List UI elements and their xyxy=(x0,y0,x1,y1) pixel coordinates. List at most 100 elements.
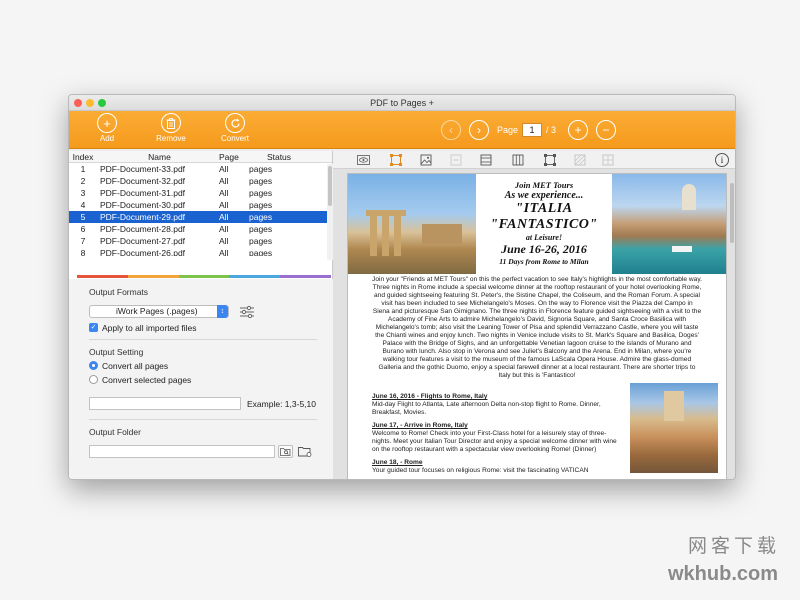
row-name: PDF-Document-30.pdf xyxy=(100,200,186,210)
page-label: Page xyxy=(497,125,519,135)
row-name: PDF-Document-26.pdf xyxy=(100,248,186,256)
file-table-header: Index Name Page Status xyxy=(69,151,332,163)
eye-icon[interactable] xyxy=(357,154,370,166)
row-status: pages xyxy=(249,164,273,174)
window-title: PDF to Pages + xyxy=(370,98,434,108)
row-name: PDF-Document-29.pdf xyxy=(100,212,186,222)
column-region-icon[interactable] xyxy=(511,154,524,166)
convert-all-label: Convert all pages xyxy=(102,361,169,371)
index-column-header[interactable]: Index xyxy=(69,151,97,162)
range-example: Example: 1,3-5,10 xyxy=(247,399,316,409)
name-column-header[interactable]: Name xyxy=(97,151,219,162)
itinerary-day: June 17, - Arrive in Rome, Italy Welcome… xyxy=(372,422,622,454)
row-page: All xyxy=(219,200,229,210)
title-line: Join MET Tours xyxy=(514,180,574,190)
venice-canal-photo xyxy=(612,174,726,274)
info-button[interactable]: i xyxy=(715,153,729,167)
checkmark-icon: ✓ xyxy=(90,324,97,331)
add-button[interactable]: + Add xyxy=(85,113,129,143)
format-select[interactable]: iWork Pages (.pages) ↕ xyxy=(89,305,229,318)
itinerary-heading: June 16, 2016 - Flights to Rome, Italy xyxy=(372,393,488,400)
view-tools-bar: i xyxy=(333,151,735,169)
trash-icon xyxy=(161,113,181,133)
convert-selected-label: Convert selected pages xyxy=(102,375,192,385)
browse-folder-button[interactable] xyxy=(278,445,293,458)
zoom-in-button[interactable]: + xyxy=(568,120,589,140)
preview-panel: i Join MET Tours As we experience... "IT… xyxy=(333,151,735,479)
delete-region-icon[interactable] xyxy=(449,154,462,166)
format-options-button[interactable] xyxy=(239,305,255,319)
app-window: PDF to Pages + + Add Remove Convert ‹ › xyxy=(68,94,736,480)
zoom-out-button[interactable]: − xyxy=(596,120,617,140)
watermark-url: wkhub.com xyxy=(667,563,778,585)
table-row[interactable]: 1 PDF-Document-33.pdf All pages xyxy=(69,163,332,175)
remove-button-label: Remove xyxy=(156,134,186,143)
row-name: PDF-Document-32.pdf xyxy=(100,176,186,186)
row-name: PDF-Document-33.pdf xyxy=(100,164,186,174)
row-index: 6 xyxy=(80,224,86,234)
format-select-value: iWork Pages (.pages) xyxy=(116,306,198,316)
itinerary-text: Welcome to Rome! Check into your First-C… xyxy=(372,430,617,453)
grid-region-icon[interactable] xyxy=(601,154,614,166)
table-row[interactable]: 3 PDF-Document-31.pdf All pages xyxy=(69,187,332,199)
previous-page-button[interactable]: ‹ xyxy=(441,120,461,140)
table-region-icon[interactable] xyxy=(479,154,492,166)
table-row[interactable]: 7 PDF-Document-27.pdf All pages xyxy=(69,235,332,247)
row-page: All xyxy=(219,248,229,256)
title-line: "ITALIA xyxy=(515,201,573,216)
row-page: All xyxy=(219,224,229,234)
next-page-button[interactable]: › xyxy=(469,120,489,140)
page-range-input[interactable] xyxy=(89,397,241,410)
row-status: pages xyxy=(249,176,273,186)
output-formats-title: Output Formats xyxy=(89,287,149,297)
zoom-in-icon: + xyxy=(574,123,582,137)
title-line: at Leisure! xyxy=(525,233,563,242)
row-index: 8 xyxy=(80,248,86,256)
text-region-icon[interactable] xyxy=(389,154,402,166)
table-row-selected[interactable]: 5 PDF-Document-29.pdf All pages xyxy=(69,211,332,223)
row-index: 4 xyxy=(80,200,86,210)
status-column-header[interactable]: Status xyxy=(249,151,309,162)
zoom-window-button[interactable] xyxy=(98,99,106,107)
document-preview: Join MET Tours As we experience... "ITAL… xyxy=(347,173,727,479)
minimize-window-button[interactable] xyxy=(86,99,94,107)
color-divider xyxy=(77,275,331,278)
close-window-button[interactable] xyxy=(74,99,82,107)
hatch-region-icon[interactable] xyxy=(573,154,586,166)
output-folder-input[interactable] xyxy=(89,445,275,458)
apply-all-checkbox[interactable]: ✓ xyxy=(89,323,98,332)
convert-all-radio[interactable] xyxy=(89,361,98,370)
row-page: All xyxy=(219,212,229,222)
divider xyxy=(89,339,317,340)
divider xyxy=(89,419,317,420)
folder-search-icon xyxy=(280,448,291,456)
convert-selected-radio[interactable] xyxy=(89,375,98,384)
brochure-header: Join MET Tours As we experience... "ITAL… xyxy=(348,174,726,274)
table-row[interactable]: 8 PDF-Document-26.pdf All pages xyxy=(69,247,332,256)
remove-button[interactable]: Remove xyxy=(149,113,193,143)
page-total: / 3 xyxy=(546,125,557,135)
select-area-icon[interactable] xyxy=(543,154,556,166)
image-region-icon[interactable] xyxy=(419,154,432,166)
page-navigation: ‹ › Page 1 / 3 + − xyxy=(441,120,617,140)
convert-button[interactable]: Convert xyxy=(213,113,257,143)
open-folder-button[interactable] xyxy=(297,445,312,458)
scrollbar-thumb[interactable] xyxy=(328,166,332,206)
add-button-label: Add xyxy=(99,134,115,143)
itinerary-day: June 18, - Rome Your guided tour focuses… xyxy=(372,459,622,475)
chevron-right-icon: › xyxy=(477,123,481,137)
table-row[interactable]: 6 PDF-Document-28.pdf All pages xyxy=(69,223,332,235)
plus-icon: + xyxy=(97,113,117,133)
row-index: 7 xyxy=(80,236,86,246)
scrollbar-thumb[interactable] xyxy=(730,183,734,243)
page-column-header[interactable]: Page xyxy=(219,151,249,162)
preview-scrollbar[interactable] xyxy=(729,173,735,479)
page-number-input[interactable]: 1 xyxy=(522,123,543,137)
itinerary-day: June 16, 2016 - Flights to Rome, Italy M… xyxy=(372,393,622,417)
roman-forum-photo xyxy=(348,174,476,274)
row-status: pages xyxy=(249,188,273,198)
table-row[interactable]: 2 PDF-Document-32.pdf All pages xyxy=(69,175,332,187)
info-icon: i xyxy=(720,155,724,165)
table-row[interactable]: 4 PDF-Document-30.pdf All pages xyxy=(69,199,332,211)
spanish-steps-photo xyxy=(630,383,718,473)
